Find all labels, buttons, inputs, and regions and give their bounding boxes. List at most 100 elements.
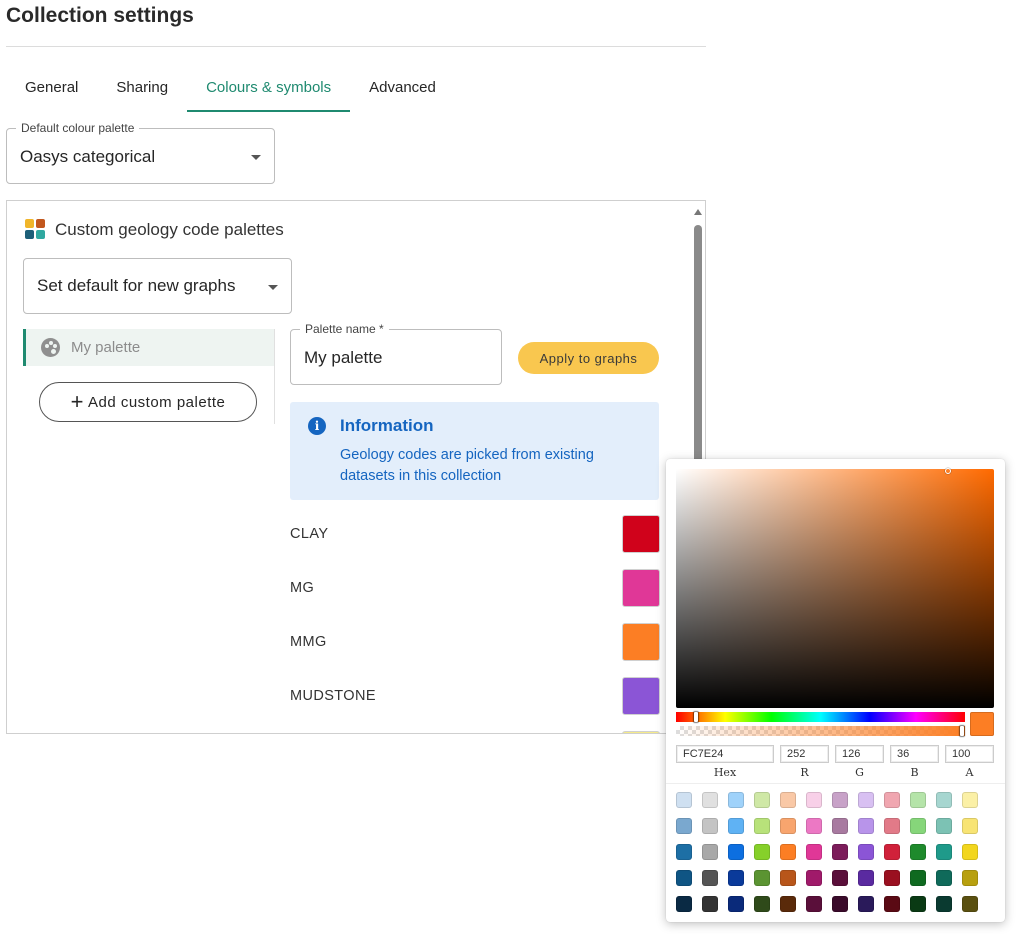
preset-swatch[interactable] (832, 818, 848, 834)
color-swatch-button[interactable] (622, 623, 660, 661)
preset-swatch[interactable] (676, 896, 692, 912)
palette-list-item[interactable]: My palette (23, 329, 274, 366)
geology-code-label: MUDSTONE (290, 688, 376, 704)
preset-swatch[interactable] (780, 844, 796, 860)
preset-swatch[interactable] (806, 818, 822, 834)
preset-swatch[interactable] (754, 896, 770, 912)
preset-swatch[interactable] (858, 844, 874, 860)
apply-to-graphs-button[interactable]: Apply to graphs (518, 342, 659, 374)
preset-swatch[interactable] (936, 896, 952, 912)
preset-swatch[interactable] (702, 870, 718, 886)
scrollbar-thumb[interactable] (694, 225, 702, 465)
preset-swatch[interactable] (702, 818, 718, 834)
preset-swatch[interactable] (702, 844, 718, 860)
palette-default-select[interactable]: Set default for new graphs (23, 258, 292, 314)
preset-swatch[interactable] (858, 792, 874, 808)
preset-swatch[interactable] (676, 870, 692, 886)
preset-swatch[interactable] (780, 896, 796, 912)
palette-name-legend: Palette name * (300, 322, 389, 336)
preset-swatch[interactable] (754, 792, 770, 808)
preset-swatch[interactable] (884, 818, 900, 834)
scroll-up-arrow-icon[interactable] (694, 209, 702, 215)
color-swatch-button[interactable] (622, 515, 660, 553)
preset-swatch[interactable] (728, 844, 744, 860)
hue-slider-thumb[interactable] (694, 712, 698, 722)
blue-input[interactable] (890, 745, 939, 763)
tab-advanced[interactable]: Advanced (350, 66, 455, 112)
hue-slider[interactable] (676, 712, 965, 722)
preset-swatch[interactable] (962, 818, 978, 834)
preset-swatch[interactable] (936, 818, 952, 834)
preset-swatch[interactable] (962, 870, 978, 886)
preset-swatch[interactable] (936, 792, 952, 808)
preset-swatch[interactable] (832, 844, 848, 860)
geology-code-label: CLAY (290, 526, 329, 542)
saturation-area[interactable] (676, 468, 994, 708)
hex-input[interactable] (676, 745, 774, 763)
alpha-slider[interactable] (676, 726, 965, 736)
geology-code-row (290, 731, 660, 733)
preset-swatch[interactable] (936, 844, 952, 860)
preset-swatch[interactable] (910, 818, 926, 834)
preset-swatch[interactable] (676, 792, 692, 808)
default-palette-select[interactable]: Default colour palette Oasys categorical (6, 121, 275, 184)
preset-swatch[interactable] (806, 792, 822, 808)
preset-swatch[interactable] (702, 896, 718, 912)
preset-swatch[interactable] (806, 896, 822, 912)
preset-swatch[interactable] (962, 896, 978, 912)
tab-sharing[interactable]: Sharing (97, 66, 187, 112)
color-swatch-button[interactable] (622, 731, 660, 733)
color-swatch-button[interactable] (622, 677, 660, 715)
red-label: R (800, 766, 809, 779)
preset-swatch[interactable] (962, 792, 978, 808)
preset-swatch[interactable] (676, 844, 692, 860)
add-custom-palette-label: Add custom palette (87, 393, 226, 411)
preset-swatch[interactable] (676, 818, 692, 834)
preset-swatch[interactable] (910, 870, 926, 886)
preset-swatch[interactable] (884, 870, 900, 886)
preset-swatch[interactable] (754, 844, 770, 860)
preset-swatch[interactable] (754, 818, 770, 834)
alpha-label: A (965, 766, 974, 779)
saturation-cursor[interactable] (945, 468, 951, 474)
preset-swatch[interactable] (806, 870, 822, 886)
tab-general[interactable]: General (6, 66, 97, 112)
preset-swatch[interactable] (910, 844, 926, 860)
palette-name-field[interactable]: Palette name * My palette (290, 322, 502, 385)
green-input[interactable] (835, 745, 884, 763)
custom-palettes-panel: Custom geology code palettes Set default… (6, 200, 706, 734)
preset-swatch[interactable] (780, 792, 796, 808)
alpha-slider-thumb[interactable] (960, 726, 964, 736)
preset-swatch[interactable] (728, 896, 744, 912)
preset-swatch[interactable] (858, 818, 874, 834)
tab-colours-symbols[interactable]: Colours & symbols (187, 66, 351, 112)
preset-swatch[interactable] (728, 792, 744, 808)
preset-swatch[interactable] (832, 870, 848, 886)
preset-swatch[interactable] (754, 870, 770, 886)
preset-swatch[interactable] (884, 896, 900, 912)
preset-swatch[interactable] (858, 896, 874, 912)
preset-swatch[interactable] (780, 870, 796, 886)
red-input[interactable] (780, 745, 829, 763)
preset-swatch[interactable] (858, 870, 874, 886)
add-custom-palette-button[interactable]: + Add custom palette (39, 382, 257, 422)
color-swatch-button[interactable] (622, 569, 660, 607)
preset-swatch[interactable] (728, 870, 744, 886)
preset-swatch[interactable] (806, 844, 822, 860)
preset-swatch[interactable] (728, 818, 744, 834)
preset-swatch[interactable] (884, 844, 900, 860)
preset-swatch[interactable] (962, 844, 978, 860)
preset-swatch[interactable] (910, 896, 926, 912)
geology-code-label: MMG (290, 634, 327, 650)
alpha-input[interactable] (945, 745, 994, 763)
preset-swatch[interactable] (832, 792, 848, 808)
page-title: Collection settings (6, 4, 194, 27)
geology-code-row: MUDSTONE (290, 677, 660, 717)
preset-swatch[interactable] (832, 896, 848, 912)
preset-swatch[interactable] (702, 792, 718, 808)
geology-code-label: MG (290, 580, 315, 596)
preset-swatch[interactable] (780, 818, 796, 834)
preset-swatch[interactable] (884, 792, 900, 808)
preset-swatch[interactable] (936, 870, 952, 886)
preset-swatch[interactable] (910, 792, 926, 808)
